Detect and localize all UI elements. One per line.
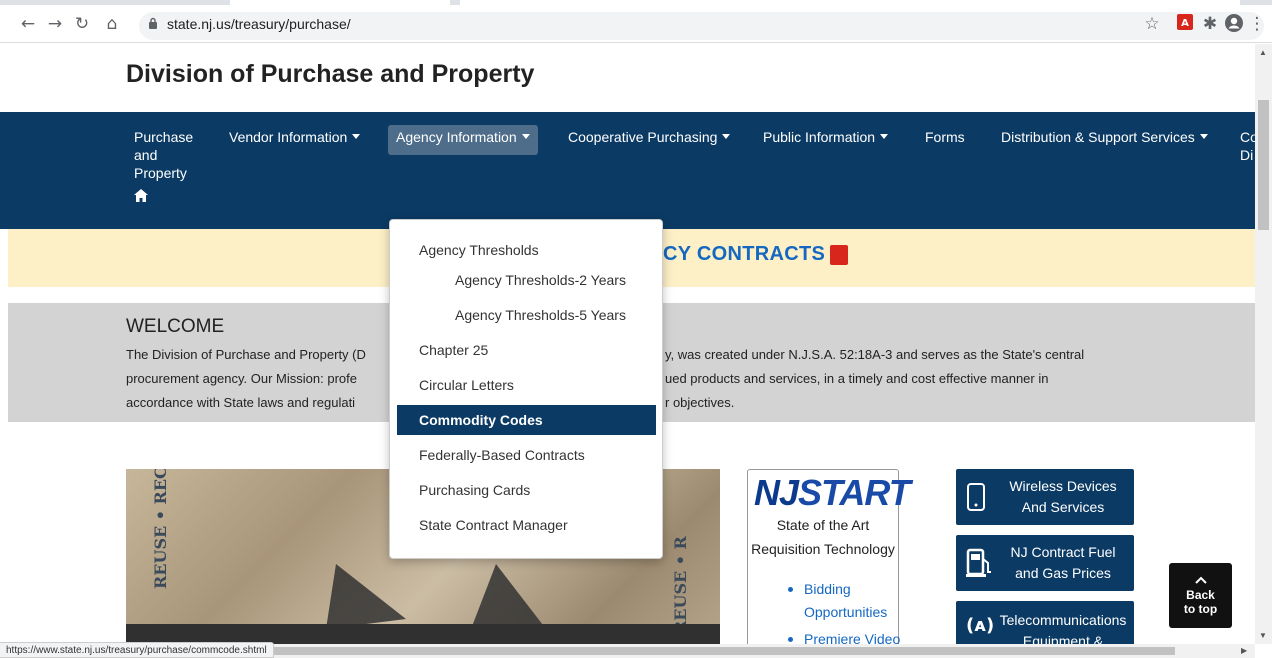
- welcome-text-line: ued products and services, in a timely a…: [665, 371, 1049, 386]
- nav-home-line: Purchase: [134, 129, 194, 145]
- logo-start: START: [798, 472, 911, 513]
- caret-down-icon: [722, 134, 731, 139]
- menu-item-circular-letters[interactable]: Circular Letters: [419, 377, 514, 393]
- caret-down-icon: [880, 134, 889, 139]
- welcome-text-line: accordance with State laws and regulati: [126, 395, 356, 410]
- tab-strip: [0, 0, 1272, 5]
- link-premiere-video[interactable]: Premiere Video: [804, 631, 900, 644]
- nav-label: Cooperative Purchasing: [568, 129, 718, 145]
- welcome-text-line: procurement agency. Our Mission: profe: [126, 371, 357, 386]
- welcome-text-line: y, was created under N.J.S.A. 52:18A-3 a…: [665, 347, 1085, 362]
- welcome-text-line: r objectives.: [665, 395, 735, 410]
- back-icon[interactable]: ←: [18, 14, 38, 34]
- nav-label: Di: [1240, 147, 1254, 163]
- link-bidding[interactable]: Bidding: [804, 581, 851, 597]
- menu-item-chapter-25[interactable]: Chapter 25: [419, 342, 488, 358]
- banner-link[interactable]: CY CONTRACTS: [663, 243, 825, 266]
- wireless-devices-button[interactable]: Wireless Devices And Services: [956, 469, 1134, 525]
- nav-item-cut-off[interactable]: Co Di: [1240, 128, 1255, 164]
- mobile-phone-icon: [967, 483, 985, 511]
- browser-toolbar: ← → ↻ ⌂ state.nj.us/treasury/purchase/ ☆…: [0, 0, 1272, 43]
- menu-item-agency-thresholds-5-years[interactable]: Agency Thresholds-5 Years: [455, 307, 626, 323]
- nav-home-line: and: [134, 147, 158, 163]
- nav-public-information[interactable]: Public Information: [763, 128, 889, 146]
- njstart-tagline: Requisition Technology: [751, 541, 895, 557]
- scroll-right-arrow-icon[interactable]: ▶: [1241, 646, 1247, 655]
- menu-kebab-icon[interactable]: ⋮: [1246, 13, 1268, 35]
- logo-nj: NJ: [754, 472, 799, 513]
- extensions-puzzle-icon[interactable]: ✱: [1199, 13, 1221, 35]
- menu-item-state-contract-manager[interactable]: State Contract Manager: [419, 517, 568, 533]
- nav-home-line: Property: [134, 165, 187, 181]
- njstart-tagline: State of the Art: [776, 517, 870, 533]
- svg-text:REUSE • R: REUSE • R: [671, 535, 690, 634]
- svg-text:REUSE • RECY: REUSE • RECY: [151, 469, 170, 589]
- welcome-heading: WELCOME: [126, 316, 225, 337]
- fuel-prices-button[interactable]: NJ Contract Fuel and Gas Prices: [956, 535, 1134, 591]
- menu-item-agency-thresholds[interactable]: Agency Thresholds: [419, 242, 539, 258]
- lock-icon: [149, 17, 157, 29]
- nav-agency-information[interactable]: Agency Information: [396, 128, 530, 146]
- telecommunications-button[interactable]: (ᴀ) Telecommunications Equipment &: [956, 601, 1134, 644]
- link-opportunities[interactable]: Opportunities: [804, 604, 887, 620]
- bookmark-star-icon[interactable]: ☆: [1141, 13, 1163, 35]
- nav-vendor-information[interactable]: Vendor Information: [229, 128, 361, 146]
- nav-label: Forms: [925, 129, 965, 145]
- gas-pump-icon: [966, 548, 991, 577]
- house-icon[interactable]: [134, 189, 148, 202]
- service-label: Wireless Devices: [1009, 478, 1117, 494]
- reload-icon[interactable]: ↻: [72, 14, 92, 34]
- welcome-text-line: The Division of Purchase and Property (D: [126, 347, 366, 362]
- nav-forms[interactable]: Forms: [925, 128, 965, 146]
- menu-item-agency-thresholds-2-years[interactable]: Agency Thresholds-2 Years: [455, 272, 626, 288]
- menu-item-commodity-codes[interactable]: Commodity Codes: [419, 412, 543, 428]
- nav-label: Public Information: [763, 129, 876, 145]
- status-bar-url: https://www.state.nj.us/treasury/purchas…: [0, 642, 274, 658]
- service-label: NJ Contract Fuel: [1010, 544, 1116, 560]
- nav-cooperative-purchasing[interactable]: Cooperative Purchasing: [568, 128, 731, 146]
- nav-label: Vendor Information: [229, 129, 348, 145]
- caret-down-icon: [352, 134, 361, 139]
- profile-avatar-icon[interactable]: [1223, 13, 1245, 35]
- nav-distribution-support[interactable]: Distribution & Support Services: [1001, 128, 1208, 146]
- nav-label: Co: [1240, 129, 1255, 145]
- service-label: and Gas Prices: [1015, 565, 1111, 581]
- menu-item-purchasing-cards[interactable]: Purchasing Cards: [419, 482, 530, 498]
- pdf-icon: [830, 245, 848, 265]
- pdf-extension-icon[interactable]: A: [1174, 13, 1196, 35]
- bullet: [788, 587, 793, 592]
- web-page: Division of Purchase and Property Purcha…: [0, 44, 1255, 644]
- chevron-up-icon: [1194, 576, 1207, 584]
- service-label: And Services: [1021, 499, 1105, 515]
- menu-item-federally-based-contracts[interactable]: Federally-Based Contracts: [419, 447, 585, 463]
- back-to-top-button[interactable]: Back to top: [1169, 563, 1232, 628]
- scroll-up-arrow-icon[interactable]: ▲: [1259, 48, 1267, 57]
- agency-information-dropdown: Agency Thresholds Agency Thresholds-2 Ye…: [389, 219, 663, 559]
- nav-label: Distribution & Support Services: [1001, 129, 1195, 145]
- nav-home-link[interactable]: Purchase and Property: [134, 128, 193, 182]
- service-label: Equipment &: [1022, 633, 1104, 644]
- caret-down-icon: [1199, 134, 1208, 139]
- nav-label: Agency Information: [396, 129, 517, 145]
- bullet: [788, 637, 793, 642]
- scroll-down-arrow-icon[interactable]: ▼: [1259, 631, 1267, 640]
- back-to-top-label: Back: [1186, 588, 1215, 602]
- svg-text:A: A: [1181, 18, 1189, 29]
- image-caption-bar: [126, 624, 720, 644]
- caret-down-icon: [521, 134, 530, 139]
- forward-icon[interactable]: →: [45, 14, 65, 34]
- vertical-scroll-thumb[interactable]: [1258, 100, 1269, 230]
- back-to-top-label: to top: [1183, 602, 1218, 616]
- address-url[interactable]: state.nj.us/treasury/purchase/: [167, 14, 351, 34]
- antenna-icon: (ᴀ): [966, 615, 995, 636]
- njstart-logo[interactable]: NJSTART: [754, 472, 911, 514]
- site-title[interactable]: Division of Purchase and Property: [126, 60, 534, 89]
- home-icon[interactable]: ⌂: [102, 14, 122, 34]
- service-label: Telecommunications: [999, 612, 1127, 628]
